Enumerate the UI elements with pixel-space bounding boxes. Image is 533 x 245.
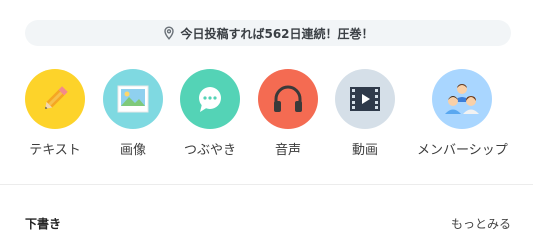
headphones-icon [274,85,302,112]
post-text-circle [25,69,85,129]
post-video-button[interactable]: 動画 [320,69,410,158]
film-icon [350,87,380,111]
post-membership-circle [432,69,492,129]
members-icon [445,84,479,114]
streak-banner: 今日投稿すれば562日連続！圧巻！ [25,20,511,46]
post-murmur-label: つぶやき [183,143,236,158]
image-icon [117,85,149,113]
section-divider [0,184,533,185]
post-video-label: 動画 [351,143,378,158]
post-text-label: テキスト [29,143,81,158]
drafts-more-link[interactable]: もっとみる [451,215,511,232]
post-image-circle [103,69,163,129]
post-murmur-circle [180,69,240,129]
post-membership-label: メンバーシップ [417,143,508,158]
streak-text: 今日投稿すれば562日連続！圧巻！ [180,26,374,41]
post-membership-button[interactable]: メンバーシップ [417,69,508,158]
post-audio-circle [258,69,318,129]
location-pin-icon [162,26,176,40]
post-murmur-button[interactable]: つぶやき [165,69,255,158]
post-video-circle [335,69,395,129]
drafts-heading: 下書き [25,217,62,231]
post-text-button[interactable]: テキスト [10,69,100,158]
speech-bubble-icon [199,87,221,112]
pencil-icon [45,86,68,109]
